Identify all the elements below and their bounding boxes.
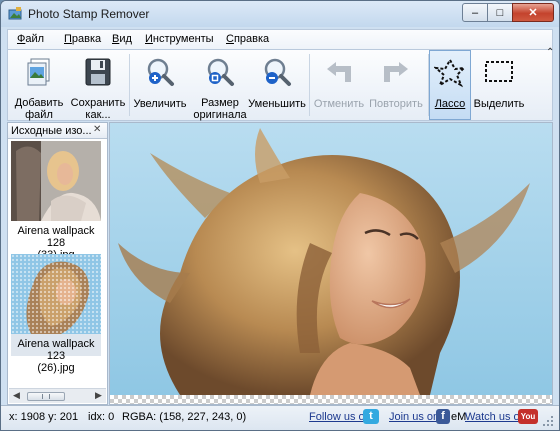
- panel-header: Исходные изо... ✕: [8, 123, 107, 139]
- thumbnail-item[interactable]: Airena wallpack 128(33).jpg: [11, 141, 101, 261]
- menu-view[interactable]: Вид: [112, 33, 132, 45]
- horizontal-scrollbar[interactable]: ◀ ▶: [9, 388, 106, 403]
- grip-icon: [42, 394, 50, 399]
- lasso-icon: [434, 57, 466, 88]
- edited-photo: [110, 123, 552, 395]
- menu-file[interactable]: Файл: [17, 33, 44, 45]
- youtube-icon[interactable]: You: [518, 409, 538, 424]
- undo-icon: [327, 62, 351, 82]
- toolbar-separator: [129, 54, 130, 116]
- add-file-label: Добавить файл: [14, 97, 64, 121]
- menu-help[interactable]: Справка: [226, 33, 269, 45]
- source-images-panel: Исходные изо... ✕ Airena wallpack 128(33…: [7, 122, 108, 405]
- original-size-button[interactable]: Размер оригинала: [193, 50, 247, 121]
- thumbnail-item-selected[interactable]: Airena wallpack 123 (26).jpg: [11, 254, 101, 374]
- select-tool-button[interactable]: Выделить: [473, 50, 525, 120]
- maximize-icon: □: [496, 7, 504, 19]
- add-file-button[interactable]: Добавить файл: [12, 50, 66, 121]
- facebook-icon[interactable]: f: [436, 409, 450, 424]
- thumbnail-caption: Airena wallpack 123 (26).jpg: [17, 338, 95, 374]
- thumbnail-image: [11, 254, 101, 334]
- lasso-tool-button[interactable]: Лассо: [429, 50, 471, 120]
- zoom-out-icon: [264, 58, 291, 86]
- maximize-button[interactable]: □: [487, 3, 513, 22]
- save-as-button[interactable]: Сохранить как...: [70, 50, 126, 121]
- close-button[interactable]: ✕: [512, 3, 554, 22]
- add-file-icon: [27, 58, 50, 86]
- rect-select-icon: [485, 61, 513, 82]
- app-window: Photo Stamp Remover ‒ □ ✕ Файл Правка Ви…: [0, 0, 560, 431]
- facebook-link[interactable]: Join us on: [389, 411, 439, 423]
- close-icon: ✕: [528, 7, 538, 19]
- original-size-icon: [207, 58, 234, 86]
- toolbar-separator: [309, 54, 310, 116]
- minimize-icon: ‒: [471, 7, 479, 19]
- scrollbar-thumb[interactable]: [27, 392, 65, 401]
- pixel-rgba: RGBA: (158, 227, 243, 0): [122, 411, 247, 423]
- scroll-right-icon[interactable]: ▶: [95, 390, 102, 401]
- cursor-coords: x: 1908 y: 201: [9, 411, 79, 423]
- zoom-out-label: Уменьшить: [248, 98, 306, 110]
- title-bar: Photo Stamp Remover ‒ □ ✕: [1, 1, 559, 27]
- redo-label: Повторить: [369, 98, 423, 110]
- image-canvas[interactable]: [109, 122, 553, 405]
- zoom-out-button[interactable]: Уменьшить: [248, 50, 306, 120]
- save-as-label: Сохранить как...: [70, 97, 126, 121]
- layer-index: idx: 0: [88, 411, 115, 423]
- twitter-icon[interactable]: t: [363, 409, 379, 424]
- window-title: Photo Stamp Remover: [28, 7, 150, 21]
- original-size-label: Размер оригинала: [193, 97, 247, 121]
- save-icon: [85, 58, 111, 86]
- redo-button[interactable]: Повторить: [366, 50, 426, 120]
- status-bar: x: 1908 y: 201 idx: 0 RGBA: (158, 227, 2…: [1, 405, 559, 430]
- youtube-link[interactable]: Watch us on: [465, 411, 526, 423]
- em-label: eM: [451, 411, 467, 423]
- resize-grip-icon[interactable]: [541, 414, 555, 428]
- twitter-link[interactable]: Follow us on: [309, 411, 371, 423]
- app-icon: [8, 7, 22, 20]
- menu-tools[interactable]: Инструменты: [145, 33, 214, 45]
- chevron-up-icon[interactable]: ⌃: [546, 47, 554, 58]
- undo-label: Отменить: [313, 98, 365, 110]
- menu-edit[interactable]: Правка: [64, 33, 101, 45]
- panel-close-icon[interactable]: ✕: [93, 124, 101, 135]
- lasso-label: Лассо: [434, 98, 466, 110]
- redo-icon: [384, 62, 408, 82]
- zoom-in-icon: [147, 58, 174, 86]
- minimize-button[interactable]: ‒: [462, 3, 488, 22]
- toolbar: ⌃ Добавить файл Сохранить как... Увеличи…: [7, 47, 554, 121]
- menu-bar: Файл Правка Вид Инструменты Справка: [7, 29, 553, 49]
- zoom-in-label: Увеличить: [133, 98, 187, 110]
- transparency-checkerboard: [110, 395, 552, 404]
- scroll-left-icon[interactable]: ◀: [13, 390, 20, 401]
- panel-title: Исходные изо...: [11, 125, 92, 137]
- select-label: Выделить: [473, 98, 525, 110]
- undo-button[interactable]: Отменить: [312, 50, 366, 120]
- zoom-in-button[interactable]: Увеличить: [131, 50, 189, 120]
- thumbnail-image: [11, 141, 101, 221]
